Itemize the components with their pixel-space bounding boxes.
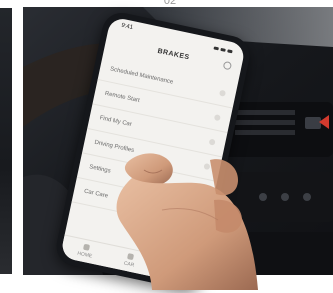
tab-label: HOME — [76, 250, 93, 260]
tab-label: MENU — [165, 269, 182, 279]
menu-item-label: Find My Car — [99, 115, 133, 128]
tab-home[interactable]: HOME — [77, 243, 95, 260]
menu-icon — [171, 262, 179, 270]
menu-item-label: Remote Start — [104, 90, 141, 105]
menu-item-label: Settings — [88, 164, 112, 175]
menu-item-label: Car Care — [83, 188, 109, 200]
home-icon — [82, 243, 90, 251]
tab-car[interactable]: CAR — [123, 253, 136, 269]
chevron-icon — [218, 89, 227, 97]
tab-menu[interactable]: MENU — [165, 262, 182, 279]
menu-item-label: Scheduled Maintenance — [109, 66, 174, 86]
status-time: 9:41 — [120, 22, 134, 32]
menu-item-label: Driving Profiles — [93, 139, 135, 154]
chevron-icon — [203, 162, 211, 171]
gear-icon[interactable] — [222, 60, 233, 71]
menu-list: Scheduled Maintenance Remote Start Find … — [71, 55, 238, 231]
chevron-icon — [213, 114, 221, 122]
chevron-icon — [192, 211, 201, 220]
chevron-icon — [198, 187, 206, 195]
center-console — [228, 172, 333, 222]
tab-bar: HOME CAR MENU — [59, 234, 200, 286]
tab-label: CAR — [123, 260, 135, 269]
chevron-icon — [208, 138, 216, 146]
page-number: 02 — [163, 0, 177, 7]
car-icon — [127, 253, 135, 261]
adjacent-photo-edge — [0, 8, 12, 274]
